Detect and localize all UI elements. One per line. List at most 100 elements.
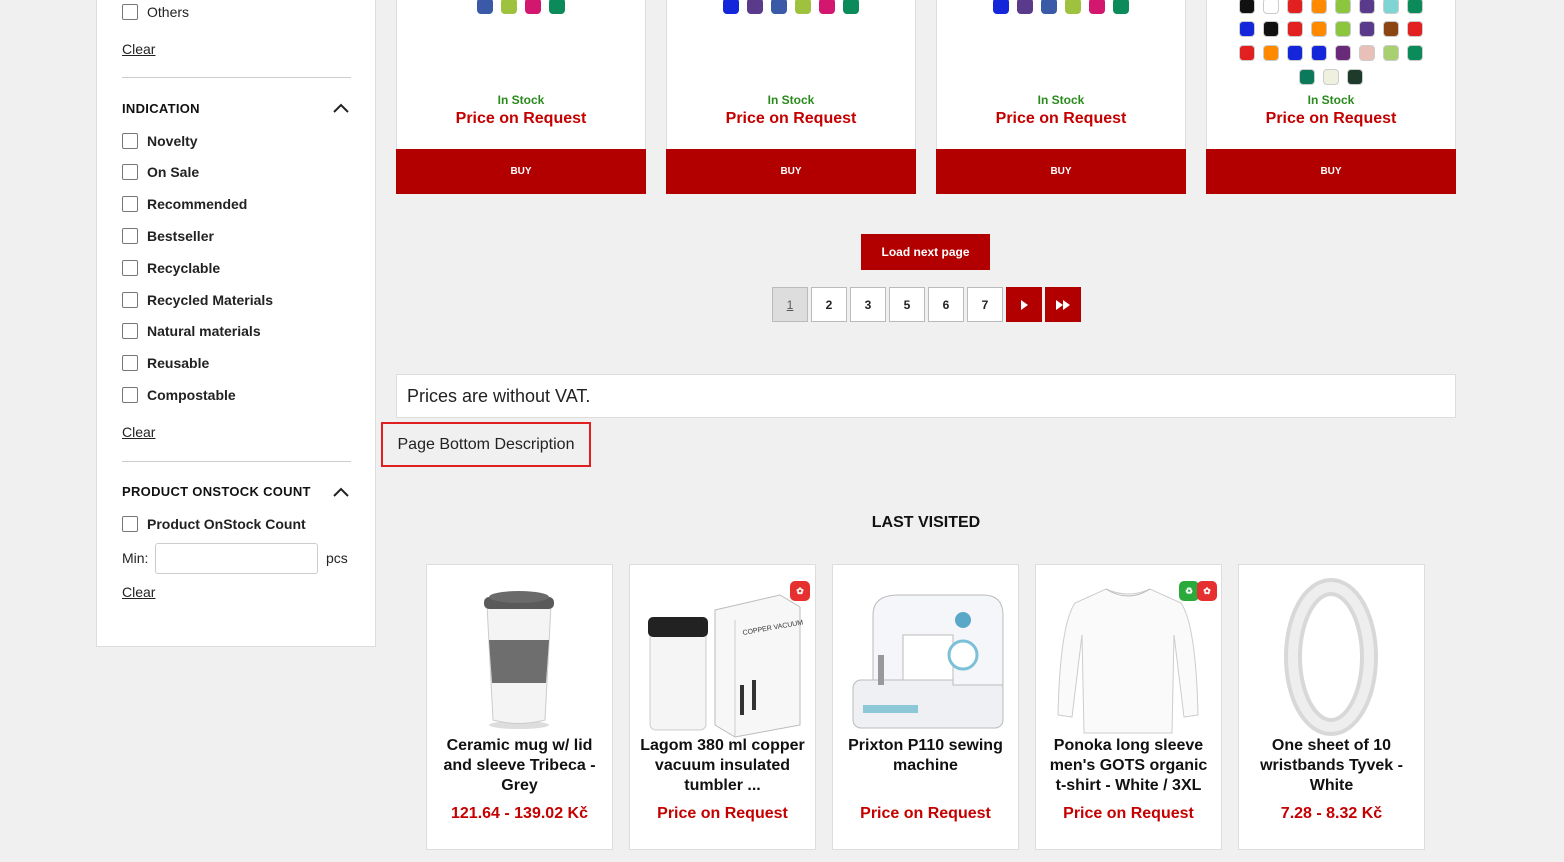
checkbox[interactable] — [122, 387, 138, 403]
color-swatch[interactable] — [771, 0, 787, 14]
product-card[interactable]: In Stock Price on Request BUY — [936, 0, 1186, 194]
page-button[interactable]: 5 — [889, 287, 925, 322]
filter-option-onstock[interactable]: Product OnStock Count — [122, 515, 306, 533]
color-swatch[interactable] — [1089, 0, 1105, 14]
color-swatch[interactable] — [1335, 0, 1351, 14]
color-swatch[interactable] — [1359, 45, 1375, 61]
color-swatch[interactable] — [1347, 69, 1363, 85]
checkbox[interactable] — [122, 355, 138, 371]
checkbox[interactable] — [122, 228, 138, 244]
color-swatch[interactable] — [1311, 0, 1327, 14]
color-swatch[interactable] — [1065, 0, 1081, 14]
product-name[interactable]: One sheet of 10 wristbands Tyvek - White — [1249, 736, 1414, 796]
next-page-button[interactable] — [1006, 287, 1042, 322]
filter-option[interactable]: Natural materials — [122, 322, 261, 340]
filter-option[interactable]: Reusable — [122, 354, 209, 372]
buy-button[interactable]: BUY — [1206, 149, 1456, 194]
color-swatch[interactable] — [747, 0, 763, 14]
color-swatch[interactable] — [843, 0, 859, 14]
color-swatch[interactable] — [1323, 69, 1339, 85]
product-name[interactable]: Ceramic mug w/ lid and sleeve Tribeca - … — [437, 736, 602, 796]
color-swatch[interactable] — [525, 0, 541, 14]
color-swatch[interactable] — [1239, 45, 1255, 61]
color-swatch[interactable] — [1263, 21, 1279, 37]
color-swatch[interactable] — [477, 0, 493, 14]
checkbox[interactable] — [122, 292, 138, 308]
color-swatch[interactable] — [723, 0, 739, 14]
filter-option[interactable]: Bestseller — [122, 227, 214, 245]
color-swatch[interactable] — [1383, 45, 1399, 61]
color-swatch[interactable] — [1335, 45, 1351, 61]
last-visited-card[interactable]: One sheet of 10 wristbands Tyvek - White… — [1238, 564, 1425, 850]
clear-filter-link[interactable]: Clear — [122, 584, 155, 600]
checkbox[interactable] — [122, 4, 138, 20]
filter-option[interactable]: On Sale — [122, 163, 199, 181]
color-swatch[interactable] — [1287, 45, 1303, 61]
page-button[interactable]: 6 — [928, 287, 964, 322]
product-name[interactable]: Ponoka long sleeve men's GOTS organic t-… — [1046, 736, 1211, 796]
buy-button[interactable]: BUY — [396, 149, 646, 194]
product-card[interactable]: In Stock Price on Request BUY — [666, 0, 916, 194]
checkbox[interactable] — [122, 323, 138, 339]
filter-option[interactable]: Compostable — [122, 386, 236, 404]
color-swatch[interactable] — [1311, 21, 1327, 37]
color-swatch[interactable] — [1359, 21, 1375, 37]
last-page-button[interactable] — [1045, 287, 1081, 322]
color-swatch[interactable] — [1239, 21, 1255, 37]
color-swatch[interactable] — [501, 0, 517, 14]
filter-option[interactable]: Recyclable — [122, 259, 220, 277]
color-swatch[interactable] — [1287, 21, 1303, 37]
color-swatch[interactable] — [1383, 21, 1399, 37]
last-visited-card[interactable]: Ceramic mug w/ lid and sleeve Tribeca - … — [426, 564, 613, 850]
checkbox[interactable] — [122, 260, 138, 276]
checkbox[interactable] — [122, 516, 138, 532]
product-card[interactable]: In Stock Price on Request BUY — [1206, 0, 1456, 194]
load-next-page-button[interactable]: Load next page — [861, 234, 990, 270]
color-swatch[interactable] — [1239, 0, 1255, 14]
color-swatch[interactable] — [1041, 0, 1057, 14]
color-swatch[interactable] — [1263, 45, 1279, 61]
color-swatch[interactable] — [795, 0, 811, 14]
filter-option[interactable]: Novelty — [122, 132, 198, 150]
last-visited-card[interactable]: COPPER VACUUM INSULATION ✿ Lagom 380 ml … — [629, 564, 816, 850]
product-card[interactable]: In Stock Price on Request BUY — [396, 0, 646, 194]
chevron-up-icon[interactable] — [333, 103, 349, 113]
buy-button[interactable]: BUY — [666, 149, 916, 194]
checkbox[interactable] — [122, 164, 138, 180]
buy-button[interactable]: BUY — [936, 149, 1186, 194]
product-name[interactable]: Prixton P110 sewing machine — [843, 736, 1008, 776]
tumbler-icon: COPPER VACUUM INSULATION — [648, 594, 805, 738]
page-button[interactable]: 1 — [772, 287, 808, 322]
color-swatch[interactable] — [1263, 0, 1279, 14]
color-swatch[interactable] — [1311, 45, 1327, 61]
color-swatch[interactable] — [1383, 0, 1399, 14]
color-swatch[interactable] — [1299, 69, 1315, 85]
checkbox[interactable] — [122, 133, 138, 149]
color-swatch[interactable] — [1017, 0, 1033, 14]
filter-option-label: Recycled Materials — [147, 292, 274, 308]
product-name[interactable]: Lagom 380 ml copper vacuum insulated tum… — [640, 736, 805, 796]
page-button[interactable]: 7 — [967, 287, 1003, 322]
chevron-up-icon[interactable] — [333, 487, 349, 497]
color-swatch[interactable] — [1407, 0, 1423, 14]
filter-option[interactable]: Recommended — [122, 195, 247, 213]
page-button[interactable]: 2 — [811, 287, 847, 322]
color-swatch[interactable] — [1359, 0, 1375, 14]
min-count-input[interactable] — [155, 543, 318, 574]
color-swatch[interactable] — [1407, 45, 1423, 61]
color-swatch[interactable] — [993, 0, 1009, 14]
color-swatch[interactable] — [1407, 21, 1423, 37]
clear-filter-link[interactable]: Clear — [122, 41, 155, 57]
last-visited-card[interactable]: Prixton P110 sewing machine Price on Req… — [832, 564, 1019, 850]
color-swatch[interactable] — [819, 0, 835, 14]
filter-option-others[interactable]: Others — [122, 3, 189, 21]
last-visited-card[interactable]: ♻ ✿ Ponoka long sleeve men's GOTS organi… — [1035, 564, 1222, 850]
page-button[interactable]: 3 — [850, 287, 886, 322]
color-swatch[interactable] — [549, 0, 565, 14]
filter-option[interactable]: Recycled Materials — [122, 291, 273, 309]
color-swatch[interactable] — [1113, 0, 1129, 14]
clear-filter-link[interactable]: Clear — [122, 424, 155, 440]
color-swatch[interactable] — [1335, 21, 1351, 37]
checkbox[interactable] — [122, 196, 138, 212]
color-swatch[interactable] — [1287, 0, 1303, 14]
